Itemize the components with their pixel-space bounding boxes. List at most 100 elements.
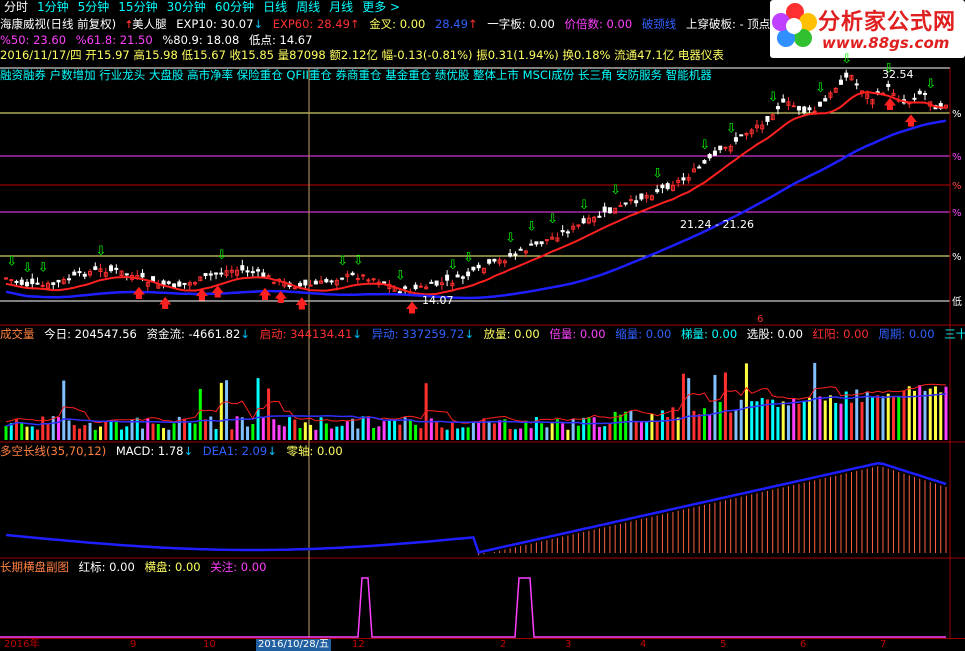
volume-bar: [188, 422, 192, 440]
candle-body: [350, 272, 355, 276]
volume-bar: [230, 429, 234, 440]
volume-bar: [151, 423, 155, 440]
sell-signal-arrow-icon: ⇩: [216, 248, 227, 263]
candle-body: [298, 282, 303, 287]
candle-body: [471, 266, 476, 271]
candle-body: [177, 281, 182, 287]
volume-bar: [408, 419, 412, 440]
macd-histogram: [478, 466, 947, 556]
volume-bar: [881, 396, 885, 440]
candle-body: [781, 98, 786, 103]
sub-chart-title: 长期横盘副图: [0, 560, 69, 574]
candle-body: [271, 281, 276, 284]
buy-signal-arrow-icon: 🡅: [195, 288, 208, 303]
volume-bar: [582, 417, 586, 440]
suoliang-value: 缩量: 0.00: [615, 327, 672, 341]
candle-body: [114, 267, 119, 270]
hengpan-signal-line: [0, 577, 946, 638]
volume-bar: [487, 420, 491, 440]
volume-bar: [356, 428, 360, 440]
volume-bar: [450, 422, 454, 440]
sell-signal-arrow-icon: ⇩: [6, 255, 17, 270]
volume-bar: [655, 421, 659, 440]
buy-signal-arrow-icon: 🡅: [258, 287, 271, 302]
volume-header-row: 成交量 今日: 204547.56 资金流: -4661.82↓ 启动: 344…: [0, 327, 965, 342]
volume-bar: [834, 402, 838, 440]
cursor-date-label: 2016/10/28/五: [256, 639, 332, 651]
volume-bar: [529, 428, 533, 440]
volume-bar: [156, 424, 160, 440]
volume-bar: [902, 390, 906, 440]
candle-body: [917, 90, 922, 95]
volume-bar: [372, 427, 376, 440]
dea-value: DEA1: 2.09: [202, 444, 268, 458]
volume-bar: [440, 427, 444, 440]
candle-body: [67, 278, 72, 281]
volume-bar: [897, 396, 901, 440]
buy-signal-arrow-icon: 🡅: [159, 296, 172, 311]
candle-body: [124, 273, 129, 276]
volume-bar: [46, 423, 50, 440]
volume-bar: [776, 406, 780, 440]
fund-flow: 资金流: -4661.82: [146, 327, 241, 341]
volume-bar: [697, 414, 701, 440]
volume-bar: [891, 395, 895, 440]
candle-body: [308, 284, 313, 287]
candle-body: [697, 166, 702, 169]
arrow-down-icon: ↓: [240, 327, 250, 341]
candle-body: [838, 79, 843, 85]
mid-price-label: 21.24 - 21.26: [680, 218, 754, 231]
volume-bar: [545, 427, 549, 440]
volume-bar: [214, 429, 218, 440]
candle-body: [109, 265, 114, 272]
candle-body: [802, 106, 807, 113]
sell-signal-arrow-icon: ⇩: [925, 77, 936, 92]
volume-bar: [792, 398, 796, 440]
volume-bar: [414, 424, 418, 440]
candle-body: [397, 291, 402, 294]
volume-bar: [88, 422, 92, 440]
buy-signal-arrow-icon: 🡅: [295, 297, 308, 312]
volume-bar: [508, 428, 512, 440]
candle-body: [544, 239, 549, 242]
volume-bar: [51, 416, 55, 440]
candlestick-series: [4, 69, 948, 295]
volume-bar: [576, 425, 580, 440]
candle-body: [712, 150, 717, 156]
arrow-down-icon: ↓: [352, 327, 362, 341]
candle-body: [812, 110, 817, 113]
axis-label: 6: [800, 639, 807, 650]
volume-bar: [345, 420, 349, 440]
volume-bar: [246, 426, 250, 440]
volume-title: 成交量: [0, 327, 35, 341]
candle-body: [702, 160, 707, 164]
candle-body: [340, 277, 345, 280]
volume-bar: [309, 424, 313, 440]
volume-bar: [225, 380, 229, 440]
candle-body: [912, 97, 917, 100]
buy-signal-arrow-icon: 🡅: [904, 114, 917, 129]
kline-chart-area[interactable]: ⇩ ⇩ ⇩⇩ ⇩ ⇩ ⇩⇩⇩ ⇩⇩⇩ ⇩⇩⇩⇩⇩⇩⇩⇩⇩⇩⇩🡅🡅🡅 🡅 🡅 🡅 🡅 🡅🡅🡅 32.54 …: [0, 0, 965, 650]
volume-bar: [9, 423, 13, 440]
sell-signal-arrow-icon: ⇩: [463, 251, 474, 266]
candle-body: [371, 278, 376, 281]
axis-label: 3: [565, 639, 572, 650]
volume-bar: [513, 429, 517, 440]
volume-bar: [912, 390, 916, 440]
volume-bar: [671, 407, 675, 440]
buy-signal-arrow-icon: 🡅: [211, 285, 224, 300]
volume-bar: [267, 388, 271, 440]
candle-body: [922, 93, 927, 96]
candle-body: [513, 253, 518, 256]
buy-signal-arrow-icon: 🡅: [405, 301, 418, 316]
volume-bar: [261, 416, 265, 440]
macd-header-row: 多空长线(35,70,12) MACD: 1.78↓ DEA1: 2.09↓ 零…: [0, 444, 965, 459]
volume-bar: [870, 396, 874, 440]
volume-bar: [618, 414, 622, 440]
candle-body: [250, 271, 255, 274]
volume-bar: [419, 428, 423, 440]
candle-body: [565, 231, 570, 234]
sell-signal-arrow-icon: ⇩: [337, 254, 348, 269]
volume-bar: [393, 419, 397, 440]
candle-body: [723, 146, 728, 149]
